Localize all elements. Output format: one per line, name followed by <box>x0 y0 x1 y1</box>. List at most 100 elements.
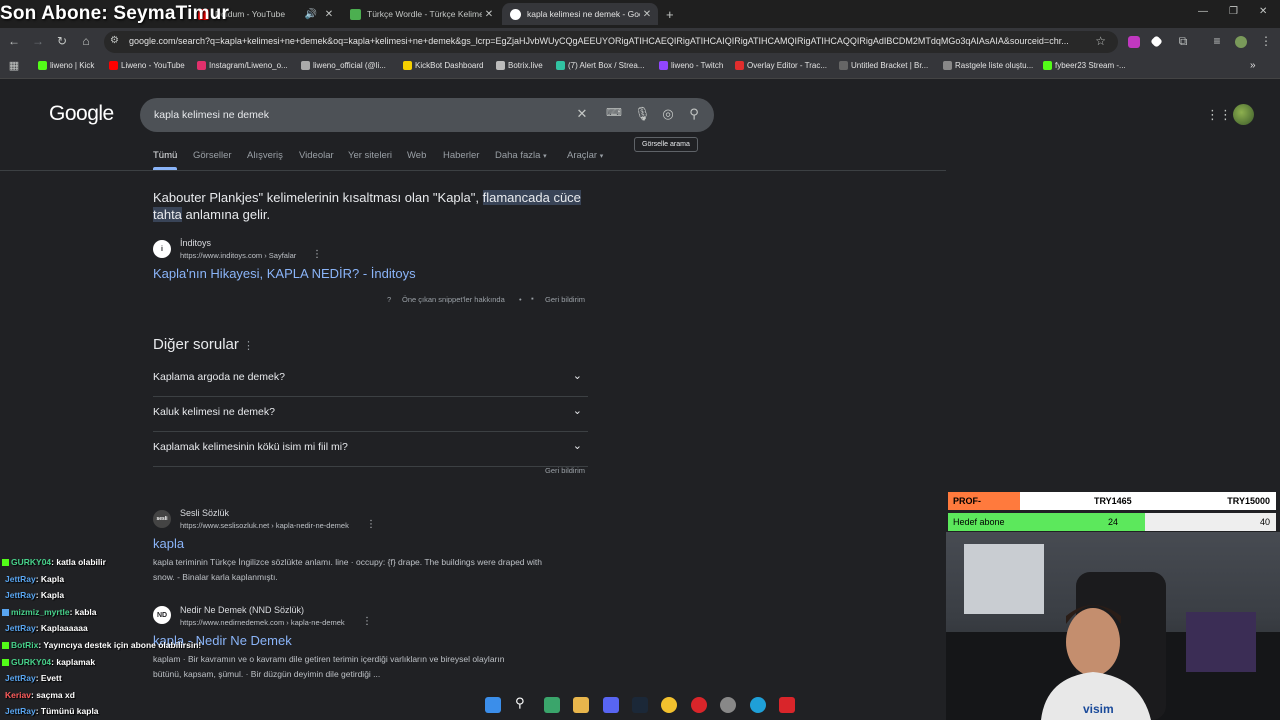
bookmark-item[interactable]: KickBot Dashboard <box>403 61 483 70</box>
kick-icon <box>38 61 47 70</box>
more-options-icon[interactable]: ⋮ <box>362 616 372 627</box>
tab-news[interactable]: Haberler <box>443 150 479 161</box>
search-icon[interactable]: ⚲ <box>686 106 702 122</box>
opera-icon[interactable] <box>691 697 707 713</box>
more-options-icon[interactable]: ⋮ <box>366 519 376 530</box>
tab-more[interactable]: Daha fazla ▾ <box>495 150 547 161</box>
app-icon[interactable] <box>779 697 795 713</box>
badge-icon <box>2 642 9 650</box>
app-icon[interactable] <box>544 697 560 713</box>
menu-dots-icon[interactable]: ⋮ <box>1258 34 1274 48</box>
forward-icon[interactable]: → <box>30 34 46 48</box>
address-url[interactable]: google.com/search?q=kapla+kelimesi+ne+de… <box>129 36 1089 46</box>
tab-tools[interactable]: Araçlar ▾ <box>567 150 603 161</box>
clear-icon[interactable]: ✕ <box>574 106 590 122</box>
tab-videos[interactable]: Videolar <box>299 150 334 161</box>
keyboard-icon[interactable]: ⌨ <box>606 106 622 119</box>
extensions-puzzle-icon[interactable]: ⧉ <box>1175 34 1191 49</box>
apps-grid-icon[interactable]: ▦ <box>6 59 22 72</box>
bookmark-item[interactable]: Rastgele liste oluştu... <box>943 61 1033 70</box>
source-url[interactable]: https://www.nedirnedemek.com › kapla-ne-… <box>180 618 345 627</box>
reading-list-icon[interactable]: ≡ <box>1209 34 1225 48</box>
home-icon[interactable]: ⌂ <box>78 34 94 48</box>
microphone-icon[interactable]: 🎙 <box>634 106 651 122</box>
more-options-icon[interactable]: ⋮ <box>312 249 322 260</box>
bookmarks-bar: ▦ liweno | Kick Liweno - YouTube Instagr… <box>0 56 1280 79</box>
tab-wordle[interactable]: Türkçe Wordle - Türkçe Kelime ✕ <box>342 3 500 25</box>
person-head <box>1066 608 1120 676</box>
bookmark-item[interactable]: liweno_official (@li... <box>301 61 386 70</box>
snippet-text: Kabouter Plankjes" kelimelerinin kısaltm… <box>153 190 483 205</box>
tab-places[interactable]: Yer siteleri <box>348 150 392 161</box>
extension-icon[interactable] <box>1128 36 1140 48</box>
source-url[interactable]: https://www.seslisozluk.net › kapla-nedi… <box>180 521 349 530</box>
more-bookmarks-icon[interactable]: » <box>1250 60 1256 71</box>
bookmark-item[interactable]: Instagram/Liweno_o... <box>197 61 288 70</box>
bookmark-label: Botrix.live <box>508 61 543 70</box>
account-avatar[interactable] <box>1233 104 1254 125</box>
search-box[interactable]: kapla kelimesi ne demek ✕ ⌨ 🎙 ◎ ⚲ <box>140 98 714 132</box>
restore-icon[interactable]: ❐ <box>1229 6 1238 17</box>
new-tab-button[interactable]: + <box>662 3 682 25</box>
paa-question[interactable]: Kaplamak kelimesinin kökü isim mi fiil m… <box>153 431 588 467</box>
badge-icon <box>2 659 9 667</box>
bookmark-label: Rastgele liste oluştu... <box>955 61 1034 70</box>
nnd-favicon[interactable]: ND <box>153 606 171 624</box>
bookmark-item[interactable]: (7) Alert Box / Strea... <box>556 61 644 70</box>
tab-all[interactable]: Tümü <box>153 150 177 161</box>
lens-icon[interactable]: ◎ <box>660 106 676 122</box>
tab-images[interactable]: Görseller <box>193 150 232 161</box>
paa-feedback-link[interactable]: Geri bildirim <box>545 466 585 475</box>
snippet-about-link[interactable]: Öne çıkan snippet'ler hakkında <box>402 295 505 304</box>
search-icon[interactable]: ⚲ <box>515 695 531 711</box>
result-link[interactable]: Kapla'nın Hikayesi, KAPLA NEDİR? - İndit… <box>153 266 416 281</box>
minimize-icon[interactable]: — <box>1198 6 1208 17</box>
paa-question[interactable]: Kaluk kelimesi ne demek? ⌄ <box>153 396 588 432</box>
bookmark-item[interactable]: liweno | Kick <box>38 61 94 70</box>
file-explorer-icon[interactable] <box>573 697 589 713</box>
source-url[interactable]: https://www.inditoys.com › Sayfalar <box>180 251 296 260</box>
extension-icon[interactable] <box>1150 35 1163 48</box>
seslisozluk-favicon[interactable]: sesli <box>153 510 171 528</box>
chrome-icon[interactable] <box>661 697 677 713</box>
more-options-icon[interactable]: ⋮ <box>243 340 254 352</box>
start-icon[interactable] <box>485 697 501 713</box>
tab-shopping[interactable]: Alışveriş <box>247 150 283 161</box>
tab-close-icon[interactable]: ✕ <box>322 9 336 20</box>
reload-icon[interactable]: ↻ <box>54 34 70 48</box>
paa-question[interactable]: Kaplama argoda ne demek? ⌄ <box>153 361 588 397</box>
inditoys-favicon[interactable]: i <box>153 240 171 258</box>
tab-google-search[interactable]: kapla kelimesi ne demek - Google ✕ <box>502 3 658 25</box>
mute-icon[interactable]: 🔊 <box>304 9 318 20</box>
source-name[interactable]: Nedir Ne Demek (NND Sözlük) <box>180 605 304 615</box>
bookmark-item[interactable]: liweno - Twitch <box>659 61 723 70</box>
steam-icon[interactable] <box>632 697 648 713</box>
feedback-link[interactable]: Geri bildirim <box>545 295 585 304</box>
back-icon[interactable]: ← <box>6 34 22 48</box>
google-logo[interactable]: Google <box>49 102 114 126</box>
tab-web[interactable]: Web <box>407 150 426 161</box>
bookmark-star-icon[interactable]: ☆ <box>1095 34 1106 48</box>
tab-close-icon[interactable]: ✕ <box>640 9 654 20</box>
bookmark-label: (7) Alert Box / Strea... <box>568 61 645 70</box>
address-bar[interactable]: ⚙ google.com/search?q=kapla+kelimesi+ne+… <box>104 31 1118 53</box>
bookmark-item[interactable]: Botrix.live <box>496 61 543 70</box>
result-link[interactable]: kapla <box>153 536 184 551</box>
obs-icon[interactable] <box>720 697 736 713</box>
tab-close-icon[interactable]: ✕ <box>482 9 496 20</box>
discord-icon[interactable] <box>603 697 619 713</box>
bookmark-item[interactable]: Overlay Editor - Trac... <box>735 61 827 70</box>
window-close-icon[interactable]: ✕ <box>1259 6 1267 17</box>
result-snippet: kapla teriminin Türkçe İngilizce sözlükt… <box>153 555 593 585</box>
bookmark-item[interactable]: fybeer23 Stream -... <box>1043 61 1126 70</box>
edge-icon[interactable] <box>750 697 766 713</box>
bookmark-item[interactable]: Liweno - YouTube <box>109 61 185 70</box>
site-info-icon[interactable]: ⚙ <box>110 35 119 46</box>
bookmark-label: fybeer23 Stream -... <box>1055 61 1126 70</box>
source-name[interactable]: İnditoys <box>180 238 211 248</box>
bookmark-item[interactable]: Untitled Bracket | Br... <box>839 61 928 70</box>
profile-avatar[interactable] <box>1235 36 1247 48</box>
search-input[interactable]: kapla kelimesi ne demek <box>154 109 269 121</box>
x-icon <box>301 61 310 70</box>
source-name[interactable]: Sesli Sözlük <box>180 508 229 518</box>
